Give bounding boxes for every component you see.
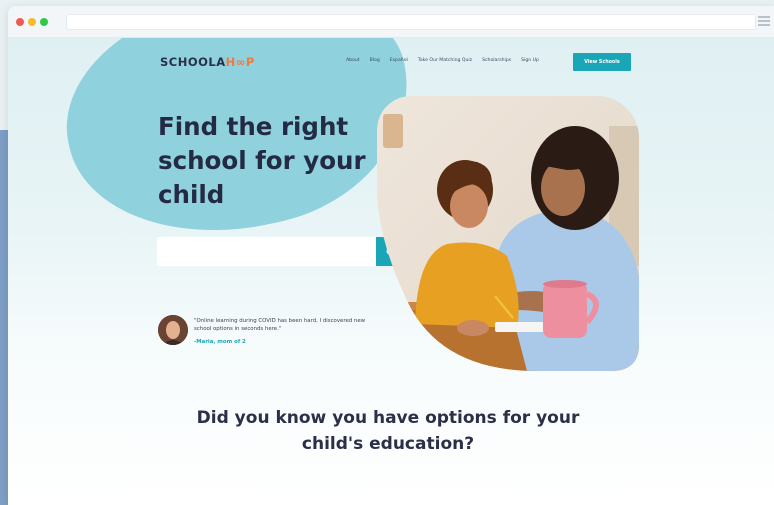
testimonial-author: -Maria, mom of 2 <box>194 339 246 345</box>
main-nav: About Blog Español Take Our Matching Qui… <box>346 58 539 63</box>
hero-title: Find the right school for your child <box>158 112 366 209</box>
minimize-window-dot[interactable] <box>28 18 36 26</box>
avatar-image <box>158 315 188 345</box>
options-heading-prefix: Did you know <box>196 408 333 428</box>
testimonial-quote: "Online learning during COVID has been h… <box>194 318 366 332</box>
nav-link-quiz[interactable]: Take Our Matching Quiz <box>418 58 472 63</box>
options-heading: Did you know you have options for your c… <box>168 405 608 457</box>
nav-link-signup[interactable]: Sign Up <box>521 58 539 63</box>
testimonial-avatar <box>158 315 188 345</box>
hero-photo-mother-and-child <box>377 96 639 371</box>
options-heading-bold: you have options <box>332 408 497 428</box>
logo-accent-text: H∞P <box>225 55 255 69</box>
web-page: SCHOOLAH∞P About Blog Español Take Our M… <box>8 38 774 505</box>
view-schools-button[interactable]: View Schools <box>573 53 631 71</box>
school-search-input[interactable] <box>157 237 376 266</box>
menu-icon[interactable] <box>758 16 770 26</box>
browser-chrome <box>8 6 774 38</box>
photo-illustration <box>377 96 639 371</box>
nav-link-about[interactable]: About <box>346 58 360 63</box>
maximize-window-dot[interactable] <box>40 18 48 26</box>
site-logo[interactable]: SCHOOLAH∞P <box>160 55 255 69</box>
nav-link-scholarships[interactable]: Scholarships <box>482 58 511 63</box>
nav-link-blog[interactable]: Blog <box>370 58 380 63</box>
nav-link-espanol[interactable]: Español <box>390 58 408 63</box>
address-bar[interactable] <box>66 14 756 30</box>
logo-text: SCHOOLA <box>160 55 226 69</box>
browser-window: SCHOOLAH∞P About Blog Español Take Our M… <box>8 6 774 505</box>
close-window-dot[interactable] <box>16 18 24 26</box>
